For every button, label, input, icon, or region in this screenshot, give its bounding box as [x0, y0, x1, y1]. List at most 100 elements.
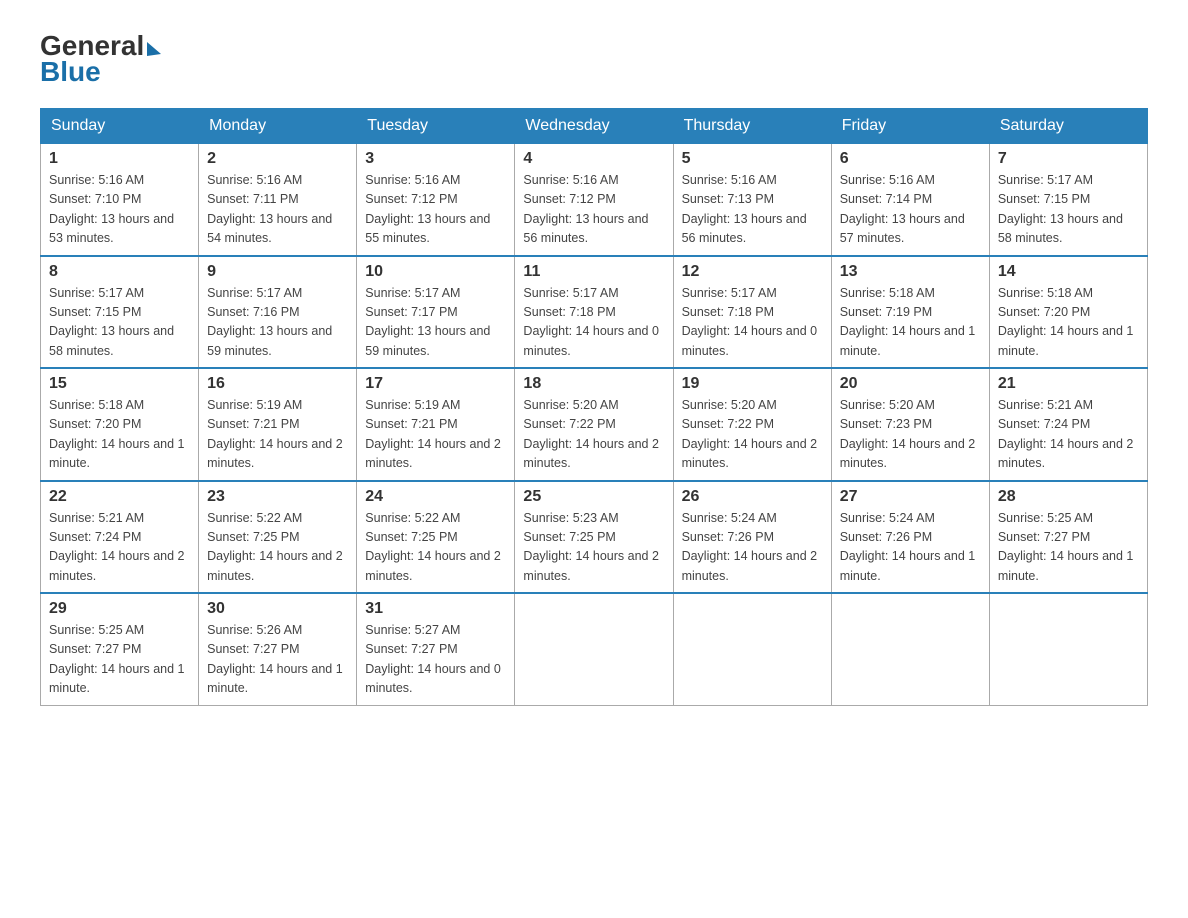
day-number: 19 — [682, 375, 823, 393]
calendar-cell: 8 Sunrise: 5:17 AM Sunset: 7:15 PM Dayli… — [41, 256, 199, 369]
calendar-cell: 17 Sunrise: 5:19 AM Sunset: 7:21 PM Dayl… — [357, 368, 515, 481]
calendar-week-row: 29 Sunrise: 5:25 AM Sunset: 7:27 PM Dayl… — [41, 593, 1148, 705]
calendar-cell: 19 Sunrise: 5:20 AM Sunset: 7:22 PM Dayl… — [673, 368, 831, 481]
calendar-cell: 11 Sunrise: 5:17 AM Sunset: 7:18 PM Dayl… — [515, 256, 673, 369]
day-number: 2 — [207, 150, 348, 168]
calendar-cell: 21 Sunrise: 5:21 AM Sunset: 7:24 PM Dayl… — [989, 368, 1147, 481]
calendar-cell: 23 Sunrise: 5:22 AM Sunset: 7:25 PM Dayl… — [199, 481, 357, 594]
calendar-week-row: 15 Sunrise: 5:18 AM Sunset: 7:20 PM Dayl… — [41, 368, 1148, 481]
day-number: 11 — [523, 263, 664, 281]
weekday-header-thursday: Thursday — [673, 109, 831, 144]
calendar-table: SundayMondayTuesdayWednesdayThursdayFrid… — [40, 108, 1148, 706]
day-info: Sunrise: 5:20 AM Sunset: 7:22 PM Dayligh… — [523, 396, 664, 474]
weekday-header-monday: Monday — [199, 109, 357, 144]
day-number: 23 — [207, 488, 348, 506]
calendar-cell: 24 Sunrise: 5:22 AM Sunset: 7:25 PM Dayl… — [357, 481, 515, 594]
calendar-cell: 28 Sunrise: 5:25 AM Sunset: 7:27 PM Dayl… — [989, 481, 1147, 594]
day-number: 1 — [49, 150, 190, 168]
day-info: Sunrise: 5:16 AM Sunset: 7:12 PM Dayligh… — [523, 171, 664, 249]
day-number: 31 — [365, 600, 506, 618]
calendar-cell: 30 Sunrise: 5:26 AM Sunset: 7:27 PM Dayl… — [199, 593, 357, 705]
day-info: Sunrise: 5:18 AM Sunset: 7:20 PM Dayligh… — [49, 396, 190, 474]
day-number: 22 — [49, 488, 190, 506]
calendar-cell: 1 Sunrise: 5:16 AM Sunset: 7:10 PM Dayli… — [41, 144, 199, 256]
weekday-header-tuesday: Tuesday — [357, 109, 515, 144]
day-number: 28 — [998, 488, 1139, 506]
day-info: Sunrise: 5:22 AM Sunset: 7:25 PM Dayligh… — [207, 509, 348, 587]
day-number: 5 — [682, 150, 823, 168]
day-info: Sunrise: 5:24 AM Sunset: 7:26 PM Dayligh… — [682, 509, 823, 587]
calendar-cell: 25 Sunrise: 5:23 AM Sunset: 7:25 PM Dayl… — [515, 481, 673, 594]
calendar-cell: 18 Sunrise: 5:20 AM Sunset: 7:22 PM Dayl… — [515, 368, 673, 481]
calendar-cell: 14 Sunrise: 5:18 AM Sunset: 7:20 PM Dayl… — [989, 256, 1147, 369]
day-number: 21 — [998, 375, 1139, 393]
day-info: Sunrise: 5:19 AM Sunset: 7:21 PM Dayligh… — [365, 396, 506, 474]
day-number: 17 — [365, 375, 506, 393]
day-number: 16 — [207, 375, 348, 393]
calendar-cell: 29 Sunrise: 5:25 AM Sunset: 7:27 PM Dayl… — [41, 593, 199, 705]
logo: General Blue — [40, 30, 161, 88]
day-number: 20 — [840, 375, 981, 393]
calendar-cell: 15 Sunrise: 5:18 AM Sunset: 7:20 PM Dayl… — [41, 368, 199, 481]
day-number: 29 — [49, 600, 190, 618]
day-info: Sunrise: 5:17 AM Sunset: 7:15 PM Dayligh… — [49, 284, 190, 362]
day-number: 4 — [523, 150, 664, 168]
day-info: Sunrise: 5:25 AM Sunset: 7:27 PM Dayligh… — [998, 509, 1139, 587]
calendar-cell: 26 Sunrise: 5:24 AM Sunset: 7:26 PM Dayl… — [673, 481, 831, 594]
day-info: Sunrise: 5:18 AM Sunset: 7:19 PM Dayligh… — [840, 284, 981, 362]
day-info: Sunrise: 5:26 AM Sunset: 7:27 PM Dayligh… — [207, 621, 348, 699]
day-info: Sunrise: 5:17 AM Sunset: 7:16 PM Dayligh… — [207, 284, 348, 362]
day-info: Sunrise: 5:24 AM Sunset: 7:26 PM Dayligh… — [840, 509, 981, 587]
day-info: Sunrise: 5:19 AM Sunset: 7:21 PM Dayligh… — [207, 396, 348, 474]
calendar-week-row: 1 Sunrise: 5:16 AM Sunset: 7:10 PM Dayli… — [41, 144, 1148, 256]
day-info: Sunrise: 5:22 AM Sunset: 7:25 PM Dayligh… — [365, 509, 506, 587]
calendar-cell — [673, 593, 831, 705]
calendar-cell: 2 Sunrise: 5:16 AM Sunset: 7:11 PM Dayli… — [199, 144, 357, 256]
day-number: 3 — [365, 150, 506, 168]
day-number: 10 — [365, 263, 506, 281]
calendar-cell — [831, 593, 989, 705]
day-info: Sunrise: 5:16 AM Sunset: 7:10 PM Dayligh… — [49, 171, 190, 249]
calendar-cell: 20 Sunrise: 5:20 AM Sunset: 7:23 PM Dayl… — [831, 368, 989, 481]
day-number: 13 — [840, 263, 981, 281]
weekday-header-saturday: Saturday — [989, 109, 1147, 144]
day-info: Sunrise: 5:21 AM Sunset: 7:24 PM Dayligh… — [998, 396, 1139, 474]
calendar-cell: 7 Sunrise: 5:17 AM Sunset: 7:15 PM Dayli… — [989, 144, 1147, 256]
calendar-cell: 3 Sunrise: 5:16 AM Sunset: 7:12 PM Dayli… — [357, 144, 515, 256]
weekday-header-wednesday: Wednesday — [515, 109, 673, 144]
day-info: Sunrise: 5:16 AM Sunset: 7:14 PM Dayligh… — [840, 171, 981, 249]
day-info: Sunrise: 5:17 AM Sunset: 7:17 PM Dayligh… — [365, 284, 506, 362]
day-info: Sunrise: 5:17 AM Sunset: 7:18 PM Dayligh… — [682, 284, 823, 362]
calendar-cell: 4 Sunrise: 5:16 AM Sunset: 7:12 PM Dayli… — [515, 144, 673, 256]
day-number: 7 — [998, 150, 1139, 168]
day-info: Sunrise: 5:21 AM Sunset: 7:24 PM Dayligh… — [49, 509, 190, 587]
day-info: Sunrise: 5:17 AM Sunset: 7:18 PM Dayligh… — [523, 284, 664, 362]
day-info: Sunrise: 5:16 AM Sunset: 7:12 PM Dayligh… — [365, 171, 506, 249]
day-number: 30 — [207, 600, 348, 618]
day-number: 27 — [840, 488, 981, 506]
day-info: Sunrise: 5:23 AM Sunset: 7:25 PM Dayligh… — [523, 509, 664, 587]
day-number: 8 — [49, 263, 190, 281]
day-info: Sunrise: 5:17 AM Sunset: 7:15 PM Dayligh… — [998, 171, 1139, 249]
calendar-cell: 10 Sunrise: 5:17 AM Sunset: 7:17 PM Dayl… — [357, 256, 515, 369]
calendar-cell: 5 Sunrise: 5:16 AM Sunset: 7:13 PM Dayli… — [673, 144, 831, 256]
calendar-week-row: 22 Sunrise: 5:21 AM Sunset: 7:24 PM Dayl… — [41, 481, 1148, 594]
weekday-header-sunday: Sunday — [41, 109, 199, 144]
page-header: General Blue — [40, 30, 1148, 88]
calendar-cell: 31 Sunrise: 5:27 AM Sunset: 7:27 PM Dayl… — [357, 593, 515, 705]
day-number: 18 — [523, 375, 664, 393]
day-number: 12 — [682, 263, 823, 281]
day-number: 14 — [998, 263, 1139, 281]
calendar-cell: 16 Sunrise: 5:19 AM Sunset: 7:21 PM Dayl… — [199, 368, 357, 481]
day-info: Sunrise: 5:20 AM Sunset: 7:23 PM Dayligh… — [840, 396, 981, 474]
weekday-header-row: SundayMondayTuesdayWednesdayThursdayFrid… — [41, 109, 1148, 144]
day-number: 24 — [365, 488, 506, 506]
day-number: 25 — [523, 488, 664, 506]
logo-blue: Blue — [40, 56, 101, 87]
calendar-week-row: 8 Sunrise: 5:17 AM Sunset: 7:15 PM Dayli… — [41, 256, 1148, 369]
day-info: Sunrise: 5:27 AM Sunset: 7:27 PM Dayligh… — [365, 621, 506, 699]
day-info: Sunrise: 5:18 AM Sunset: 7:20 PM Dayligh… — [998, 284, 1139, 362]
calendar-cell: 12 Sunrise: 5:17 AM Sunset: 7:18 PM Dayl… — [673, 256, 831, 369]
calendar-cell: 27 Sunrise: 5:24 AM Sunset: 7:26 PM Dayl… — [831, 481, 989, 594]
calendar-cell: 9 Sunrise: 5:17 AM Sunset: 7:16 PM Dayli… — [199, 256, 357, 369]
